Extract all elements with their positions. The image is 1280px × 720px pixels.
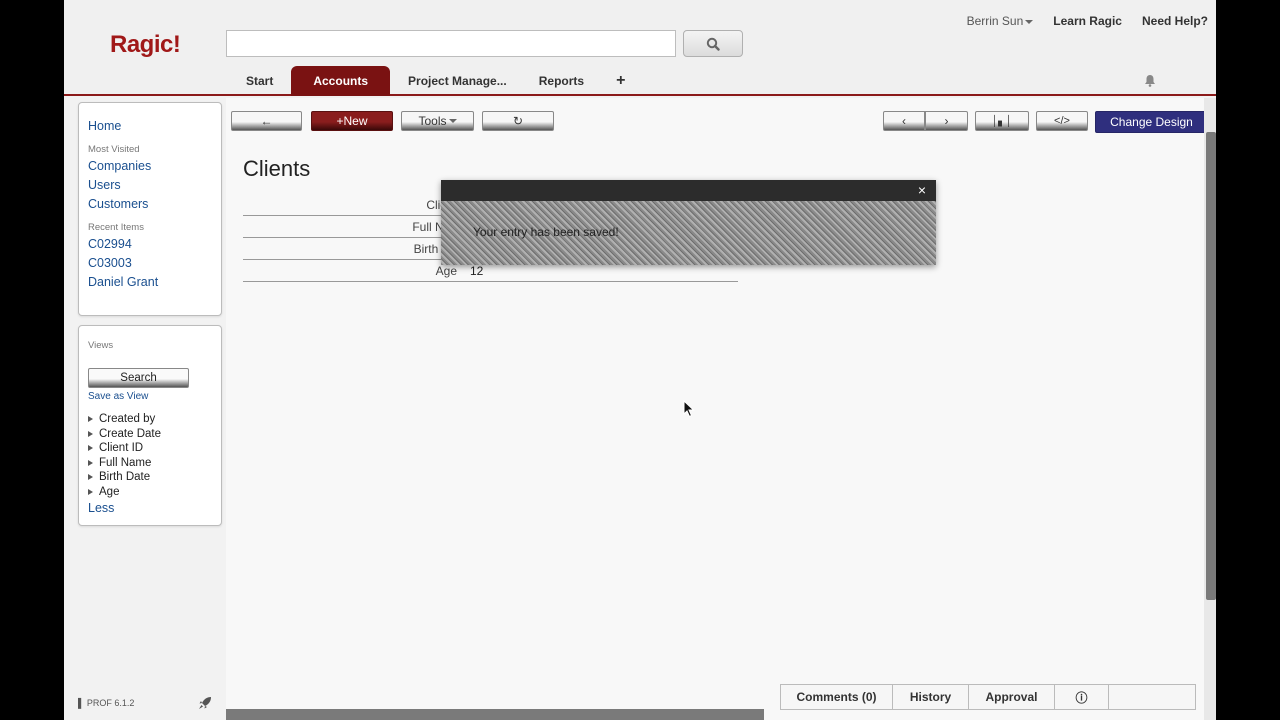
filter-client-id[interactable]: Client ID — [88, 441, 212, 456]
change-design-button[interactable]: Change Design — [1095, 111, 1208, 133]
recent-item[interactable]: C02994 — [88, 235, 212, 254]
comments-tab[interactable]: Comments (0) — [781, 685, 893, 709]
filter-label: Birth Date — [99, 471, 151, 483]
user-name: Berrin Sun — [966, 14, 1024, 28]
less-link[interactable]: Less — [88, 501, 212, 515]
new-button[interactable]: +New — [311, 111, 393, 131]
most-visited-item[interactable]: Companies — [88, 157, 212, 176]
field-label: Age — [435, 264, 457, 278]
filter-birth-date[interactable]: Birth Date — [88, 470, 212, 485]
need-help-link[interactable]: Need Help? — [1142, 14, 1208, 28]
recent-item[interactable]: Daniel Grant — [88, 273, 212, 292]
tab-reports[interactable]: Reports — [525, 66, 598, 96]
bottom-tab-bar: Comments (0) History Approval ⓘ — [780, 684, 1196, 710]
bell-icon[interactable] — [1144, 74, 1156, 90]
sidebar-nav-panel: Home Most Visited Companies Users Custom… — [78, 102, 222, 316]
rocket-icon[interactable] — [198, 696, 212, 713]
global-search-input[interactable] — [226, 30, 676, 57]
filter-label: Full Name — [99, 456, 152, 469]
expand-triangle-icon — [88, 430, 93, 437]
refresh-icon: ↻ — [512, 114, 524, 128]
extra-tab[interactable] — [1109, 685, 1195, 709]
chevron-down-icon — [448, 119, 457, 123]
most-visited-heading: Most Visited — [88, 144, 140, 155]
refresh-button[interactable]: ↻ — [482, 111, 554, 131]
vertical-scrollbar-thumb[interactable] — [1206, 132, 1216, 600]
horizontal-scrollbar-thumb[interactable] — [226, 709, 764, 720]
expand-triangle-icon — [88, 488, 93, 495]
collapse-icon[interactable]: ▌ — [78, 698, 84, 708]
back-button[interactable]: ← — [231, 111, 302, 131]
saved-notification-dialog: × Your entry has been saved! — [441, 180, 936, 265]
filter-label: Create Date — [99, 427, 162, 440]
tab-accounts[interactable]: Accounts — [291, 66, 391, 96]
expand-triangle-icon — [88, 474, 93, 481]
filter-label: Age — [99, 485, 120, 498]
tab-start[interactable]: Start — [232, 66, 287, 96]
tools-button[interactable]: Tools — [401, 111, 474, 131]
app-window: Ragic! Berrin Sun Learn Ragic Need Help?… — [64, 0, 1216, 720]
close-icon[interactable]: × — [918, 182, 926, 198]
dialog-message: Your entry has been saved! — [473, 225, 619, 239]
info-icon[interactable]: ⓘ — [1055, 685, 1109, 709]
expand-triangle-icon — [88, 416, 93, 423]
recent-item[interactable]: C03003 — [88, 254, 212, 273]
chevron-left-icon: ‹ — [902, 114, 906, 128]
version-label: ▌ PROF 6.1.2 — [78, 698, 134, 708]
views-heading: Views — [88, 340, 114, 351]
recent-items-heading: Recent Items — [88, 222, 144, 233]
learn-ragic-link[interactable]: Learn Ragic — [1053, 14, 1122, 28]
field-value[interactable]: 12 — [470, 264, 483, 278]
filter-label: Created by — [99, 413, 156, 425]
dialog-title-bar: × — [441, 180, 936, 201]
filter-age[interactable]: Age — [88, 485, 212, 500]
next-record-button[interactable]: › — [925, 111, 968, 131]
search-button[interactable] — [683, 30, 743, 57]
page-title: Clients — [243, 156, 311, 181]
bar-chart-icon: │▖│ — [991, 115, 1013, 127]
header: Ragic! Berrin Sun Learn Ragic Need Help?… — [64, 0, 1216, 96]
filter-create-date[interactable]: Create Date — [88, 427, 212, 442]
user-menu[interactable]: Berrin Sun — [967, 14, 1034, 28]
view-search-button[interactable]: Search — [88, 368, 189, 388]
expand-triangle-icon — [88, 445, 93, 452]
save-as-view-link[interactable]: Save as View — [88, 391, 212, 402]
filter-label: Client ID — [99, 442, 144, 454]
arrow-left-icon: ← — [260, 114, 273, 128]
add-tab-button[interactable]: + — [602, 66, 639, 96]
expand-triangle-icon — [88, 459, 93, 466]
history-tab[interactable]: History — [893, 685, 969, 709]
ragic-logo[interactable]: Ragic! — [110, 31, 181, 59]
chevron-right-icon: › — [944, 114, 949, 128]
form-toolbar: ← +New Tools ↻ ‹ › │▖│ </> Change Design — [231, 111, 1211, 135]
prev-record-button[interactable]: ‹ — [883, 111, 925, 131]
filter-full-name[interactable]: Full Name — [88, 456, 212, 471]
chevron-down-icon — [1025, 19, 1034, 24]
tab-project-manage[interactable]: Project Manage... — [394, 66, 521, 96]
most-visited-item[interactable]: Customers — [88, 195, 212, 214]
dialog-body: Your entry has been saved! — [441, 201, 936, 265]
sidebar-home-link[interactable]: Home — [88, 117, 212, 136]
filter-created-by[interactable]: Created by — [88, 412, 212, 427]
tab-bar: Start Accounts Project Manage... Reports… — [232, 64, 643, 96]
mouse-cursor-icon — [683, 399, 695, 421]
approval-tab[interactable]: Approval — [969, 685, 1055, 709]
code-icon: </> — [1054, 115, 1070, 127]
embed-button[interactable]: </> — [1036, 111, 1088, 131]
top-right-menu: Berrin Sun Learn Ragic Need Help? — [967, 14, 1208, 28]
version-text: PROF 6.1.2 — [86, 698, 135, 708]
sidebar-views-panel: Views Search Save as View Created by Cre… — [78, 325, 222, 526]
tools-label: Tools — [418, 114, 447, 128]
chart-button[interactable]: │▖│ — [975, 111, 1029, 131]
most-visited-item[interactable]: Users — [88, 176, 212, 195]
search-icon — [706, 37, 720, 51]
